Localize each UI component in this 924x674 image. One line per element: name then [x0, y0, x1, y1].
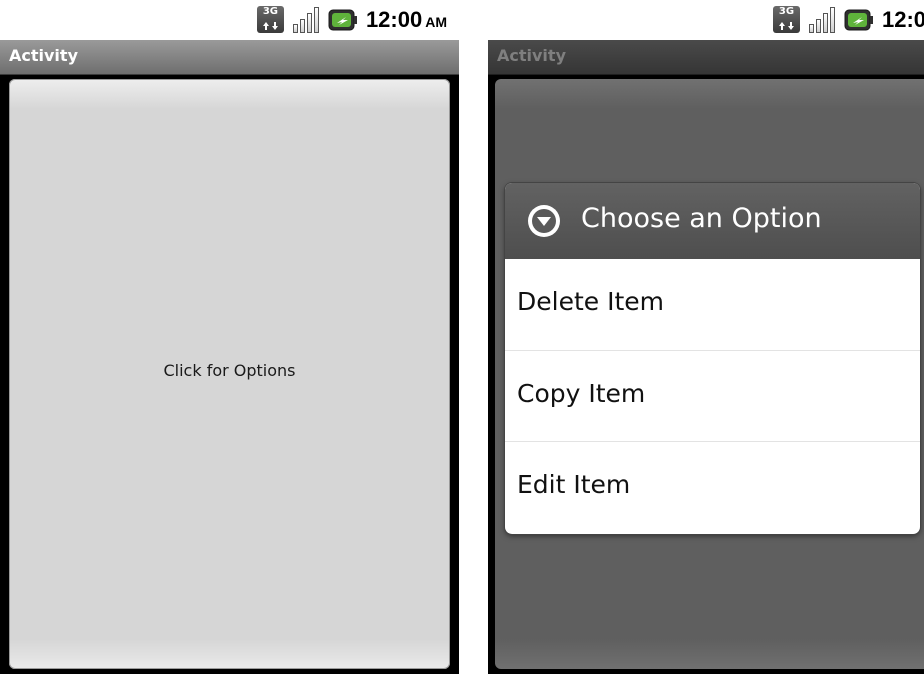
network-badge-text: 3G	[778, 6, 795, 17]
click-for-options-button[interactable]: Click for Options	[9, 79, 450, 669]
status-time-value: 12:00	[365, 6, 423, 32]
battery-charging-icon	[844, 9, 873, 30]
screen-left: 3G 12:00 AM Activity Click for Options	[0, 0, 459, 674]
dialog-item-label: Edit Item	[517, 470, 631, 499]
signal-strength-icon	[808, 6, 836, 33]
network-3g-icon: 3G	[256, 6, 284, 33]
status-time-ampm: AM	[425, 13, 447, 30]
status-time: 12:00AM	[882, 7, 924, 33]
status-icons: 3G 12:00AM	[773, 6, 924, 33]
page-title: Activity	[497, 46, 566, 65]
options-dialog: Choose an Option Delete Item Copy Item E…	[505, 183, 920, 534]
click-for-options-label: Click for Options	[163, 361, 296, 380]
chevron-down-circle-icon	[528, 205, 560, 237]
data-arrows-icon	[262, 22, 278, 30]
status-bar: 3G 12:00AM	[0, 0, 459, 40]
network-3g-icon: 3G	[773, 6, 800, 33]
dialog-title: Choose an Option	[581, 203, 822, 234]
battery-charging-icon	[328, 9, 357, 30]
dialog-item-delete[interactable]: Delete Item	[505, 259, 920, 350]
dialog-header: Choose an Option	[505, 183, 920, 259]
title-bar: Activity	[488, 40, 924, 75]
dialog-item-copy[interactable]: Copy Item	[505, 350, 920, 441]
dialog-item-label: Delete Item	[517, 287, 664, 316]
title-bar: Activity	[0, 40, 459, 75]
screen-right: 3G 12:00AM Acti	[488, 0, 924, 674]
page-title: Activity	[9, 46, 78, 65]
status-time: 12:00AM	[366, 7, 447, 33]
signal-strength-icon	[292, 6, 320, 33]
dialog-item-edit[interactable]: Edit Item	[505, 441, 920, 532]
network-badge-text: 3G	[262, 6, 279, 17]
data-arrows-icon	[779, 22, 794, 30]
status-time-value: 12:00	[882, 6, 924, 32]
status-bar: 3G 12:00AM	[488, 0, 924, 40]
status-icons: 3G 12:00AM	[256, 6, 447, 33]
dialog-item-label: Copy Item	[517, 379, 646, 408]
